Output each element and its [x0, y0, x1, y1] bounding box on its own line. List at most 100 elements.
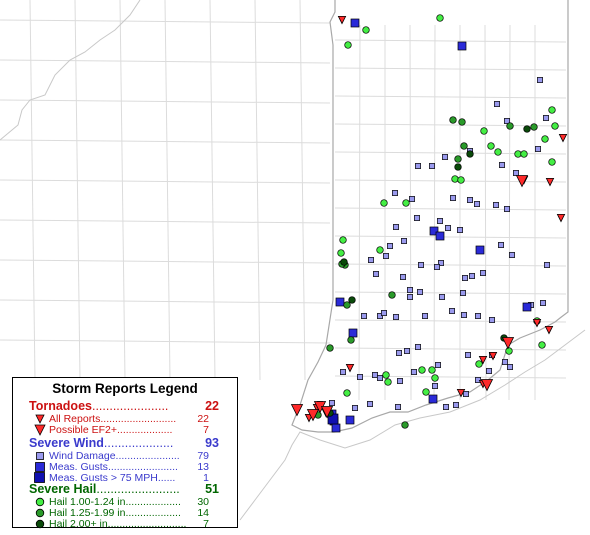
hail-1in-marker-15 [402, 199, 410, 207]
wind-damage-marker-42 [469, 273, 475, 279]
wind-damage-marker-8 [429, 163, 435, 169]
hail-1-5in-marker-11 [326, 344, 334, 352]
wind-damage-marker-78 [367, 401, 373, 407]
wind-damage-marker-29 [373, 271, 379, 277]
wind-damage-marker-73 [507, 364, 513, 370]
wind-damage-marker-24 [401, 238, 407, 244]
wind-damage-marker-67 [395, 404, 401, 410]
wind-damage-marker-12 [409, 196, 415, 202]
hail-1in-marker-20 [428, 366, 436, 374]
wind-damage-marker-0 [537, 77, 543, 83]
wind-gust-marker-8 [428, 394, 438, 404]
hail-1in-marker-8 [494, 148, 502, 156]
legend-wind-label: Severe Wind.................... [29, 436, 174, 450]
legend-hail-large-label: Hail 2.00+ in........................... [49, 518, 187, 530]
wind-damage-marker-39 [407, 294, 413, 300]
tornado-report-marker-11 [345, 363, 355, 373]
light-green-circle-icon [35, 497, 45, 507]
legend-tornado-ef2-count: 7 [203, 424, 209, 436]
legend-tornadoes-count: 22 [205, 399, 219, 413]
wind-damage-marker-63 [377, 375, 383, 381]
hail-1in-marker-17 [337, 249, 345, 257]
blue-square-icon [35, 462, 45, 472]
tornado-report-marker-0 [337, 15, 347, 25]
wind-damage-marker-66 [432, 383, 438, 389]
wind-damage-marker-47 [422, 313, 428, 319]
wind-damage-marker-40 [439, 294, 445, 300]
wind-damage-marker-7 [415, 163, 421, 169]
hail-1in-marker-14 [380, 199, 388, 207]
wind-damage-marker-55 [404, 348, 410, 354]
hail-1in-marker-3 [548, 106, 556, 114]
legend-hail-label: Severe Hail........................ [29, 482, 180, 496]
wind-damage-marker-25 [383, 253, 389, 259]
hail-1in-marker-4 [551, 122, 559, 130]
dark-green-circle-icon [35, 519, 45, 529]
small-red-triangle-icon [35, 414, 45, 424]
wind-damage-marker-70 [463, 391, 469, 397]
legend-title: Storm Reports Legend [52, 381, 198, 396]
wind-gust-marker-6 [335, 297, 345, 307]
wind-damage-marker-18 [414, 215, 420, 221]
legend-tornado-ef2-label: Possible EF2+................... [49, 424, 173, 436]
hail-2in-marker-1 [466, 150, 474, 158]
hail-1in-marker-11 [548, 158, 556, 166]
wind-damage-marker-49 [461, 312, 467, 318]
storm-reports-legend: Storm Reports Legend Tornadoes..........… [12, 377, 238, 530]
wind-damage-marker-68 [443, 404, 449, 410]
wind-damage-marker-28 [368, 257, 374, 263]
legend-tornadoes-label: Tornadoes...................... [29, 399, 169, 413]
hail-1in-marker-22 [431, 374, 439, 382]
wind-damage-marker-4 [535, 146, 541, 152]
hail-1in-marker-9 [514, 150, 522, 158]
wind-damage-marker-46 [393, 314, 399, 320]
wind-gust-marker-2 [475, 245, 485, 255]
wind-damage-marker-17 [504, 206, 510, 212]
wind-damage-marker-41 [460, 290, 466, 296]
wind-damage-marker-21 [457, 227, 463, 233]
hail-1in-marker-28 [505, 347, 513, 355]
hail-1in-marker-26 [538, 341, 546, 349]
wind-gust-marker-4 [435, 231, 445, 241]
wind-damage-marker-14 [467, 197, 473, 203]
wind-damage-marker-54 [396, 350, 402, 356]
wind-damage-marker-13 [450, 195, 456, 201]
wind-damage-marker-43 [361, 313, 367, 319]
hail-1in-marker-18 [376, 246, 384, 254]
wind-gust-marker-5 [348, 328, 358, 338]
wind-damage-marker-51 [489, 317, 495, 323]
wind-damage-marker-32 [434, 264, 440, 270]
wind-damage-marker-35 [480, 270, 486, 276]
wind-damage-marker-61 [357, 374, 363, 380]
wind-damage-marker-48 [449, 308, 455, 314]
hail-1in-marker-7 [480, 127, 488, 135]
hail-2in-marker-5 [348, 296, 356, 304]
hail-2in-marker-0 [523, 125, 531, 133]
hail-1in-marker-2 [436, 14, 444, 22]
tornado-report-marker-1 [558, 133, 568, 143]
wind-damage-marker-45 [381, 310, 387, 316]
wind-damage-marker-34 [462, 275, 468, 281]
wind-damage-marker-30 [418, 262, 424, 268]
hail-2in-marker-3 [340, 258, 348, 266]
green-circle-icon [35, 508, 45, 518]
hail-1in-marker-27 [475, 360, 483, 368]
hail-1in-marker-1 [362, 26, 370, 34]
wind-damage-marker-69 [453, 402, 459, 408]
legend-hail-count: 51 [205, 482, 219, 496]
wind-gust-marker-0 [457, 41, 467, 51]
county-borders [0, 0, 567, 401]
tornado-ef2-marker-0 [515, 175, 529, 188]
wind-damage-marker-22 [393, 224, 399, 230]
hail-1in-marker-5 [541, 135, 549, 143]
hail-1-5in-marker-9 [343, 301, 351, 309]
hail-1in-marker-0 [344, 41, 352, 49]
hail-1-5in-marker-8 [388, 291, 396, 299]
wind-gust-marker-10 [345, 415, 355, 425]
wind-damage-marker-19 [437, 218, 443, 224]
hail-1-5in-marker-4 [454, 155, 462, 163]
hail-1-5in-marker-3 [530, 123, 538, 131]
hail-1in-marker-24 [422, 388, 430, 396]
wind-damage-marker-15 [474, 201, 480, 207]
hail-1in-marker-19 [418, 366, 426, 374]
